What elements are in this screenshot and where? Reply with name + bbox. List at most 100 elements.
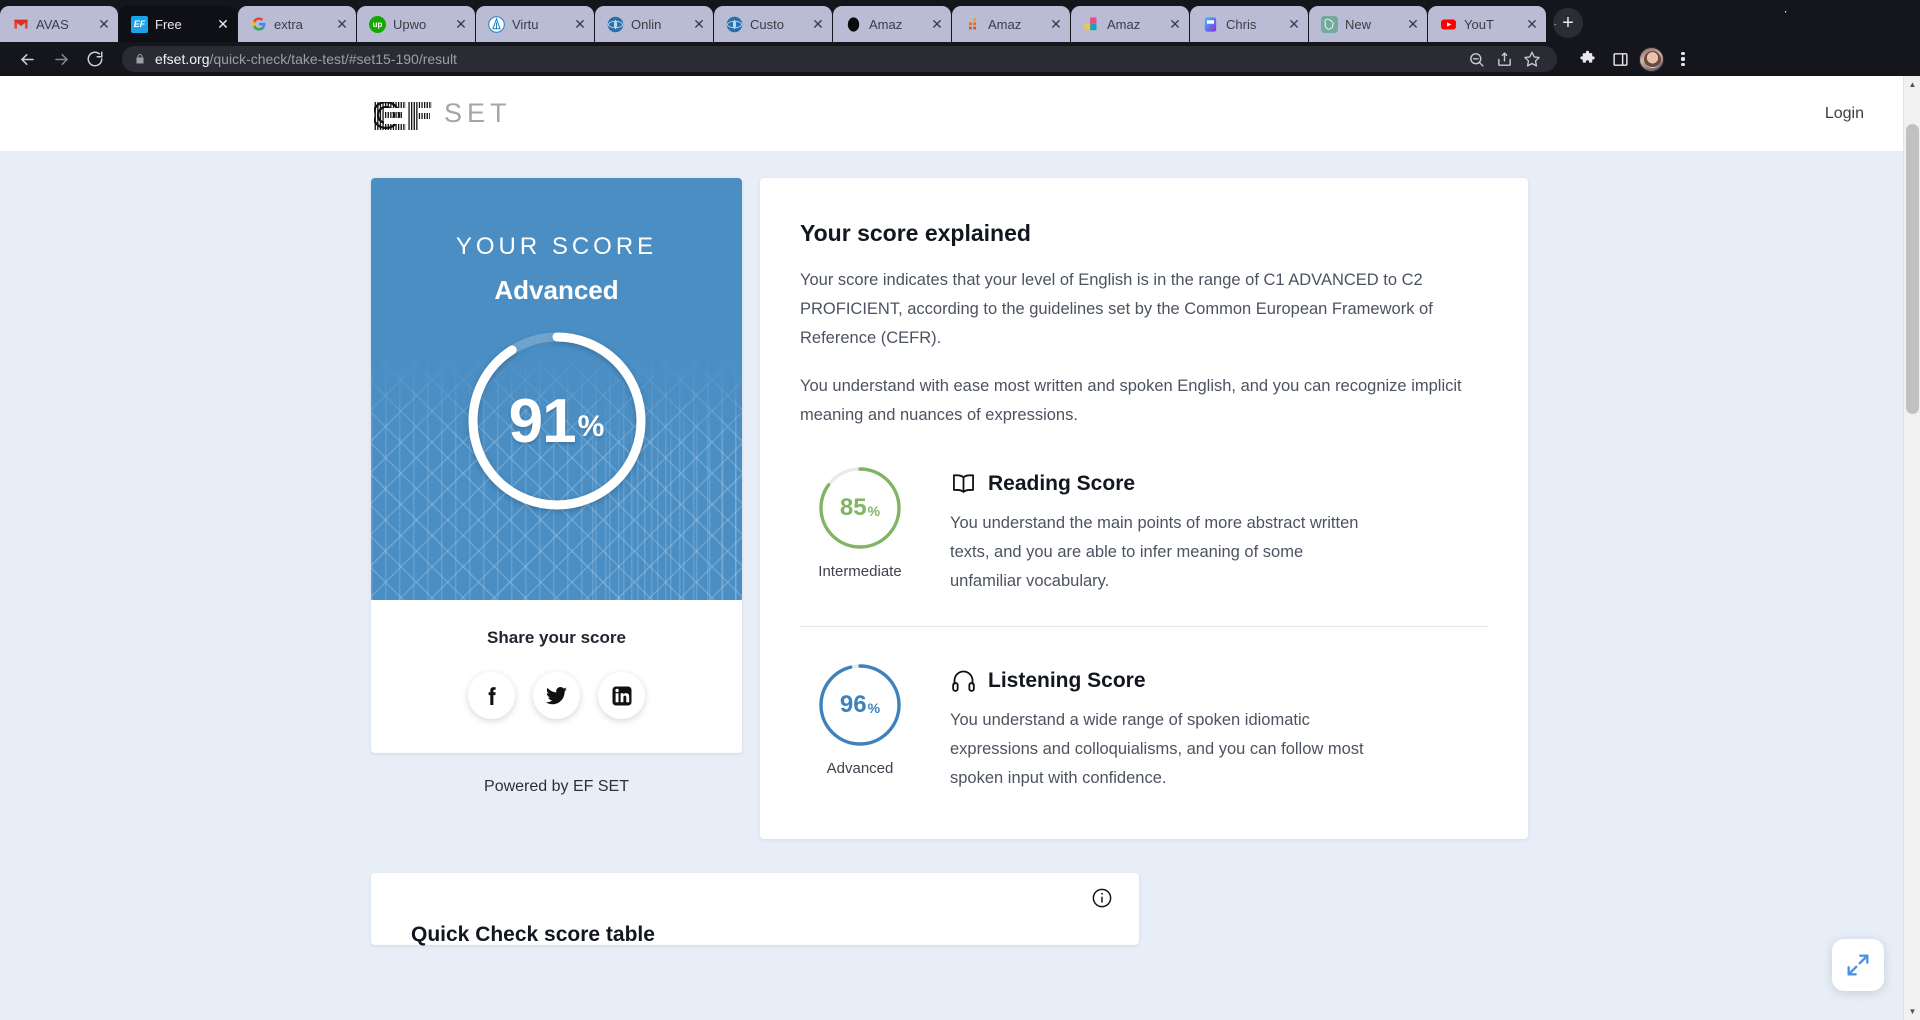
listening-score-title: Listening Score — [988, 668, 1146, 692]
browser-tab-12[interactable]: YouT ✕ — [1428, 6, 1546, 42]
tab-title: AVAS — [36, 16, 69, 32]
tab-close-button[interactable]: ✕ — [96, 16, 112, 32]
browser-tab-6[interactable]: Custo ✕ — [714, 6, 832, 42]
scrollbar-thumb[interactable] — [1906, 124, 1919, 414]
extensions-puzzle-icon[interactable] — [1573, 45, 1601, 73]
tabs-container: AVAS ✕ EF Free ✕ extra ✕ up Upwo ✕ Virtu ✕ Onlin ✕ Cus… — [0, 0, 1547, 42]
efset-logo[interactable]: SET — [372, 98, 512, 130]
black-circle-icon — [845, 16, 862, 33]
navigation-toolbar: efset.org/quick-check/take-test/#set15-1… — [0, 42, 1920, 76]
listening-body: Listening Score You understand a wide ra… — [950, 661, 1488, 793]
browser-toolbar-right — [1569, 45, 1697, 73]
forward-arrow-icon — [54, 53, 68, 65]
overall-score-value: 91 % — [464, 328, 650, 514]
overall-score-number: 91 — [508, 386, 577, 456]
browser-tab-4[interactable]: Virtu ✕ — [476, 6, 594, 42]
tab-close-button[interactable]: ✕ — [929, 16, 945, 32]
tab-title: extra — [274, 16, 303, 32]
share-linkedin-button[interactable] — [598, 672, 645, 719]
tab-close-button[interactable]: ✕ — [1048, 16, 1064, 32]
skills-divider — [800, 626, 1488, 627]
score-explained-title: Your score explained — [800, 220, 1031, 246]
skill-row-reading: 85 % Intermediate Reading Score You unde… — [800, 464, 1488, 596]
menu-dots-icon[interactable] — [1669, 45, 1697, 73]
tab-title: Virtu — [512, 16, 539, 32]
tab-close-button[interactable]: ✕ — [572, 16, 588, 32]
tab-title: Custo — [750, 16, 784, 32]
tab-strip: AVAS ✕ EF Free ✕ extra ✕ up Upwo ✕ Virtu ✕ Onlin ✕ Cus… — [0, 0, 1920, 42]
tab-close-button[interactable]: ✕ — [810, 16, 826, 32]
info-icon[interactable] — [1091, 887, 1113, 909]
browser-tab-8[interactable]: Amaz ✕ — [952, 6, 1070, 42]
overall-score-gauge: 91 % — [464, 328, 650, 514]
tab-title: New — [1345, 16, 1372, 32]
browser-tab-5[interactable]: Onlin ✕ — [595, 6, 713, 42]
twitter-icon — [545, 686, 567, 705]
omnibox-actions — [1463, 46, 1545, 72]
scrollbar-up-arrow[interactable]: ▲ — [1904, 76, 1920, 93]
ef-logo-mark — [374, 101, 432, 130]
browser-tab-2[interactable]: extra ✕ — [238, 6, 356, 42]
fullscreen-button[interactable] — [1832, 939, 1884, 991]
side-panel-icon[interactable] — [1606, 45, 1634, 73]
score-explained-card: Your score explained Your score indicate… — [760, 178, 1528, 839]
lock-icon — [136, 54, 144, 64]
reload-icon — [87, 51, 103, 67]
tab-title: Upwo — [393, 16, 427, 32]
reading-description: You understand the main points of more a… — [950, 514, 1359, 590]
google-icon — [250, 16, 267, 33]
listening-gauge-wrap: 96 % Advanced — [800, 661, 920, 777]
new-tab-button[interactable]: + — [1553, 8, 1583, 38]
browser-tab-1[interactable]: EF Free ✕ — [119, 6, 237, 42]
share-facebook-button[interactable] — [468, 672, 515, 719]
share-buttons — [468, 672, 645, 719]
efset-wordmark: SET — [444, 98, 512, 128]
expand-arrows-icon — [1847, 954, 1869, 976]
forward-button[interactable] — [46, 44, 76, 74]
efset-icon: EF — [131, 15, 148, 33]
overall-score-percent-sign: % — [577, 410, 605, 443]
scrollbar-down-arrow[interactable]: ▼ — [1904, 1003, 1920, 1020]
tab-close-button[interactable]: ✕ — [1286, 16, 1302, 32]
reading-head: Reading Score — [950, 470, 1488, 497]
page-scrollbar[interactable]: ▲ ▼ — [1903, 76, 1920, 1020]
tab-title: Amaz — [988, 16, 1022, 32]
bookmark-star-icon[interactable] — [1519, 46, 1545, 72]
score-hero: YOUR SCORE Advanced 91 % — [371, 178, 742, 600]
results-content-row: YOUR SCORE Advanced 91 % Share your scor… — [0, 178, 1920, 839]
linkedin-icon — [612, 686, 631, 705]
login-link[interactable]: Login — [1825, 105, 1864, 123]
listening-score-number: 96 — [839, 691, 867, 718]
tab-close-button[interactable]: ✕ — [453, 16, 469, 32]
address-bar[interactable]: efset.org/quick-check/take-test/#set15-1… — [122, 46, 1557, 72]
browser-tab-0[interactable]: AVAS ✕ — [0, 6, 118, 42]
listening-score-value: 96 % — [816, 661, 904, 749]
tab-title: Free — [155, 16, 182, 32]
share-title: Share your score — [487, 628, 626, 647]
back-button[interactable] — [12, 44, 42, 74]
tab-close-button[interactable]: ✕ — [1167, 16, 1183, 32]
url-text: efset.org/quick-check/take-test/#set15-1… — [155, 51, 457, 67]
tab-close-button[interactable]: ✕ — [1405, 16, 1421, 32]
tab-close-button[interactable]: ✕ — [1524, 16, 1540, 32]
virtual-icon — [488, 15, 505, 33]
tab-close-button[interactable]: ✕ — [334, 16, 350, 32]
colorblocks-icon — [1083, 16, 1100, 33]
tab-close-button[interactable]: ✕ — [691, 16, 707, 32]
browser-tab-3[interactable]: up Upwo ✕ — [357, 6, 475, 42]
browser-tab-7[interactable]: Amaz ✕ — [833, 6, 951, 42]
share-icon[interactable] — [1491, 46, 1517, 72]
listening-score-percent-sign: % — [867, 700, 881, 716]
reload-button[interactable] — [80, 44, 110, 74]
new-tab-icon: + — [1562, 12, 1574, 34]
zoom-out-icon[interactable] — [1463, 46, 1489, 72]
score-column: YOUR SCORE Advanced 91 % Share your scor… — [371, 178, 742, 796]
profile-avatar[interactable] — [1639, 46, 1664, 72]
browser-tab-10[interactable]: Chris ✕ — [1190, 6, 1308, 42]
your-score-label: YOUR SCORE — [455, 233, 658, 260]
browser-tab-11[interactable]: New ✕ — [1309, 6, 1427, 42]
orange-squares-icon — [964, 16, 981, 33]
share-twitter-button[interactable] — [533, 672, 580, 719]
browser-tab-9[interactable]: Amaz ✕ — [1071, 6, 1189, 42]
tab-close-button[interactable]: ✕ — [215, 16, 231, 32]
